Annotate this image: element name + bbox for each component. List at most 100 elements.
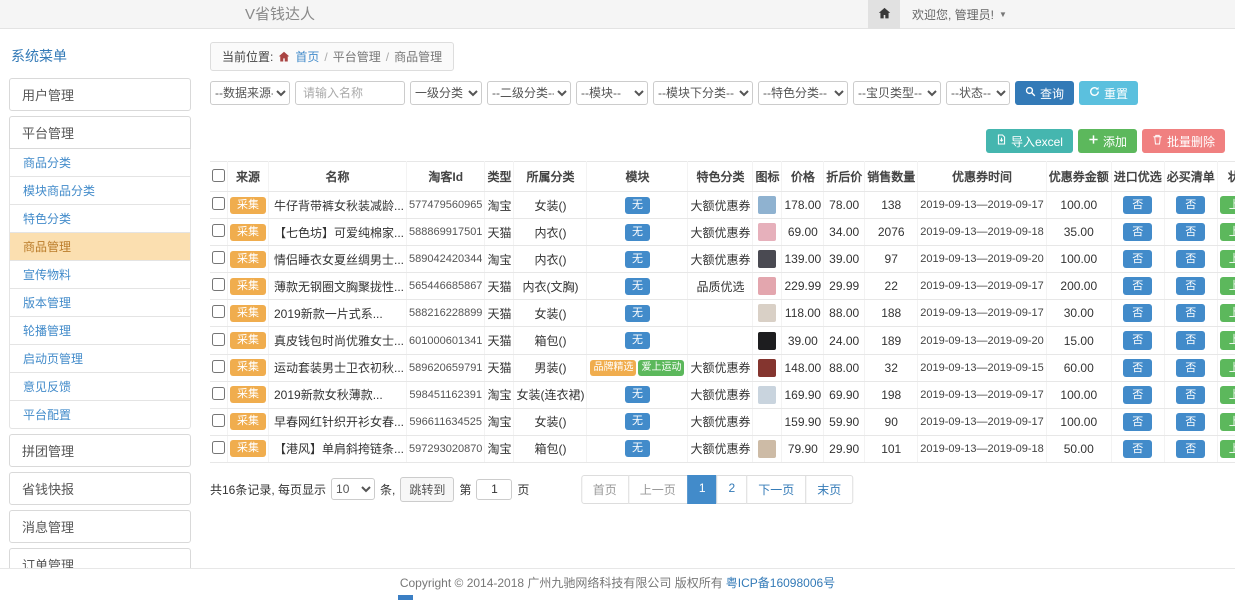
batch-delete-button[interactable]: 批量删除 — [1142, 129, 1225, 153]
import-pick-cell: 否 — [1111, 408, 1164, 435]
must-buy-toggle[interactable]: 否 — [1176, 331, 1205, 349]
plus-icon — [1088, 134, 1099, 148]
page-1-button[interactable]: 1 — [687, 475, 718, 504]
reset-button[interactable]: 重置 — [1079, 81, 1138, 105]
import-excel-button[interactable]: 导入excel — [986, 129, 1073, 153]
import-pick-toggle[interactable]: 否 — [1123, 223, 1152, 241]
sidebar-submenu-item[interactable]: 商品分类 — [9, 149, 191, 177]
sidebar-submenu-item[interactable]: 版本管理 — [9, 289, 191, 317]
import-pick-toggle[interactable]: 否 — [1123, 440, 1152, 458]
import-pick-toggle[interactable]: 否 — [1123, 250, 1152, 268]
breadcrumb-home-link[interactable]: 首页 — [295, 48, 319, 65]
status-toggle[interactable]: 上架 — [1220, 331, 1235, 349]
must-buy-toggle[interactable]: 否 — [1176, 196, 1205, 214]
import-pick-cell: 否 — [1111, 354, 1164, 381]
page-size-select[interactable]: 10 — [331, 478, 375, 500]
table-row: 采集 【港风】单肩斜挎链条... 597293020870 淘宝 箱包() 无 … — [210, 435, 1235, 462]
must-buy-toggle[interactable]: 否 — [1176, 304, 1205, 322]
status-toggle[interactable]: 上架 — [1220, 196, 1235, 214]
product-type: 淘宝 — [485, 435, 514, 462]
row-checkbox[interactable] — [212, 387, 225, 400]
item-type-select[interactable]: --宝贝类型-- — [853, 81, 941, 105]
row-checkbox[interactable] — [212, 441, 225, 454]
status-cell: 上架 — [1217, 435, 1235, 462]
data-source-select[interactable]: --数据来源-- — [210, 81, 290, 105]
module-select[interactable]: --模块-- — [576, 81, 648, 105]
table-toolbar: 导入excel 添加 批量删除 — [210, 129, 1225, 153]
sidebar-menu-item[interactable]: 用户管理 — [9, 78, 191, 111]
sidebar-submenu-item[interactable]: 特色分类 — [9, 205, 191, 233]
select-all-checkbox[interactable] — [212, 169, 225, 182]
sidebar-menu-item[interactable]: 省钱快报 — [9, 472, 191, 505]
status-toggle[interactable]: 上架 — [1220, 223, 1235, 241]
row-checkbox[interactable] — [212, 414, 225, 427]
feature-category-select[interactable]: --特色分类-- — [758, 81, 848, 105]
sidebar-submenu-item[interactable]: 模块商品分类 — [9, 177, 191, 205]
category1-select[interactable]: 一级分类 — [410, 81, 482, 105]
col-must-buy: 必买清单 — [1164, 162, 1217, 192]
home-button[interactable] — [868, 0, 900, 29]
add-button[interactable]: 添加 — [1078, 129, 1137, 153]
row-checkbox[interactable] — [212, 251, 225, 264]
must-buy-toggle[interactable]: 否 — [1176, 223, 1205, 241]
status-toggle[interactable]: 上架 — [1220, 413, 1235, 431]
price: 118.00 — [782, 300, 824, 327]
row-checkbox[interactable] — [212, 197, 225, 210]
jump-button[interactable]: 跳转到 — [400, 477, 454, 502]
prev-page-button[interactable]: 上一页 — [628, 475, 688, 504]
page-2-button[interactable]: 2 — [717, 475, 748, 504]
import-pick-toggle[interactable]: 否 — [1123, 413, 1152, 431]
status-select[interactable]: --状态-- — [946, 81, 1010, 105]
row-checkbox[interactable] — [212, 360, 225, 373]
horizontal-scrollbar-thumb[interactable] — [398, 595, 413, 600]
status-toggle[interactable]: 上架 — [1220, 304, 1235, 322]
last-page-button[interactable]: 末页 — [805, 475, 853, 504]
sidebar-submenu-item[interactable]: 商品管理 — [9, 233, 191, 261]
must-buy-toggle[interactable]: 否 — [1176, 440, 1205, 458]
sidebar-menu-item[interactable]: 拼团管理 — [9, 434, 191, 467]
sidebar-submenu-item[interactable]: 轮播管理 — [9, 317, 191, 345]
import-pick-toggle[interactable]: 否 — [1123, 196, 1152, 214]
status-toggle[interactable]: 上架 — [1220, 440, 1235, 458]
row-checkbox[interactable] — [212, 278, 225, 291]
status-toggle[interactable]: 上架 — [1220, 277, 1235, 295]
must-buy-toggle[interactable]: 否 — [1176, 386, 1205, 404]
status-toggle[interactable]: 上架 — [1220, 359, 1235, 377]
must-buy-toggle[interactable]: 否 — [1176, 413, 1205, 431]
sidebar-submenu-item[interactable]: 宣传物料 — [9, 261, 191, 289]
product-thumbnail — [758, 386, 776, 404]
must-buy-toggle[interactable]: 否 — [1176, 359, 1205, 377]
row-checkbox[interactable] — [212, 224, 225, 237]
icp-link[interactable]: 粤ICP备16098006号 — [726, 574, 835, 591]
name-search-input[interactable] — [295, 81, 405, 105]
thumbnail-cell — [753, 381, 782, 408]
sidebar-submenu-item[interactable]: 意见反馈 — [9, 373, 191, 401]
source-cell: 采集 — [228, 381, 269, 408]
taoke-id: 597293020870 — [407, 435, 485, 462]
import-pick-toggle[interactable]: 否 — [1123, 359, 1152, 377]
import-pick-toggle[interactable]: 否 — [1123, 386, 1152, 404]
next-page-button[interactable]: 下一页 — [746, 475, 806, 504]
status-toggle[interactable]: 上架 — [1220, 386, 1235, 404]
add-button-label: 添加 — [1103, 133, 1127, 150]
module-subcategory-select[interactable]: --模块下分类-- — [653, 81, 753, 105]
user-menu[interactable]: 欢迎您, 管理员! ▼ — [900, 0, 1019, 29]
row-checkbox[interactable] — [212, 333, 225, 346]
category2-select[interactable]: --二级分类-- — [487, 81, 571, 105]
sidebar-menu-item[interactable]: 消息管理 — [9, 510, 191, 543]
sidebar-submenu-item[interactable]: 启动页管理 — [9, 345, 191, 373]
import-pick-toggle[interactable]: 否 — [1123, 304, 1152, 322]
search-button[interactable]: 查询 — [1015, 81, 1074, 105]
sidebar-submenu-item[interactable]: 平台配置 — [9, 401, 191, 429]
row-checkbox[interactable] — [212, 305, 225, 318]
sidebar-menu-item[interactable]: 订单管理 — [9, 548, 191, 568]
must-buy-toggle[interactable]: 否 — [1176, 277, 1205, 295]
sidebar-menu-item[interactable]: 平台管理 — [9, 116, 191, 149]
jump-page-input[interactable] — [476, 479, 512, 500]
import-pick-toggle[interactable]: 否 — [1123, 331, 1152, 349]
status-toggle[interactable]: 上架 — [1220, 250, 1235, 268]
must-buy-toggle[interactable]: 否 — [1176, 250, 1205, 268]
first-page-button[interactable]: 首页 — [581, 475, 629, 504]
col-coupon-amount: 优惠券金额 — [1046, 162, 1111, 192]
import-pick-toggle[interactable]: 否 — [1123, 277, 1152, 295]
